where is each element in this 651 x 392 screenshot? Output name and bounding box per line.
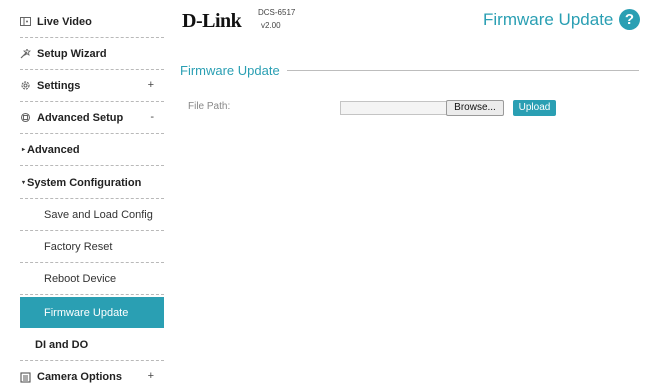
video-icon	[20, 17, 33, 26]
sidebar-item-label: System Configuration	[27, 176, 142, 189]
expand-toggle[interactable]: +	[148, 370, 154, 382]
help-icon[interactable]: ?	[619, 9, 640, 30]
section-divider	[287, 70, 639, 71]
dlink-logo: D-Link	[182, 10, 242, 32]
sidebar-item-label: Advanced Setup	[37, 111, 124, 124]
sidebar-item-label: Factory Reset	[44, 240, 113, 253]
file-path-label: File Path:	[188, 101, 231, 112]
sidebar-item-settings[interactable]: Settings +	[20, 70, 164, 102]
file-path-input[interactable]	[340, 101, 448, 115]
expand-toggle[interactable]: +	[148, 79, 154, 91]
browse-button[interactable]: Browse...	[446, 100, 504, 116]
arrow-icon: ▸	[22, 147, 26, 153]
sidebar-item-label: Save and Load Config	[44, 208, 153, 221]
model-name: DCS-6517	[258, 8, 296, 17]
firmware-version: v2.00	[261, 21, 281, 30]
sidebar-item-save-load-config[interactable]: Save and Load Config	[20, 199, 164, 231]
arrow-icon: ▾	[22, 180, 26, 186]
sidebar-item-setup-wizard[interactable]: Setup Wizard	[20, 38, 164, 70]
wizard-icon	[20, 48, 33, 59]
sidebar-item-firmware-update[interactable]: Firmware Update	[20, 297, 164, 328]
sidebar-item-label: Settings	[37, 79, 81, 92]
sidebar: Live Video Setup Wizard Settings + Advan…	[0, 0, 165, 392]
sidebar-item-label: Live Video	[37, 15, 92, 28]
sidebar-item-label: Reboot Device	[44, 272, 117, 285]
camera-options-icon	[20, 371, 33, 383]
collapse-toggle[interactable]: -	[150, 111, 154, 123]
sidebar-item-system-configuration[interactable]: ▾ System Configuration	[20, 167, 164, 199]
sidebar-item-advanced[interactable]: ▸ Advanced	[20, 134, 164, 166]
sidebar-item-di-and-do[interactable]: DI and DO	[20, 329, 164, 361]
advanced-icon	[20, 112, 33, 123]
upload-button[interactable]: Upload	[513, 100, 556, 116]
section-title: Firmware Update	[180, 63, 284, 78]
sidebar-item-label: Firmware Update	[44, 306, 129, 319]
gear-icon	[20, 80, 33, 91]
page-title: Firmware Update	[483, 10, 614, 29]
sidebar-item-live-video[interactable]: Live Video	[20, 6, 164, 38]
sidebar-item-label: Advanced	[27, 143, 80, 156]
sidebar-item-label: Setup Wizard	[37, 47, 107, 60]
sidebar-item-advanced-setup[interactable]: Advanced Setup -	[20, 102, 164, 134]
sidebar-item-label: Camera Options	[37, 371, 122, 383]
sidebar-item-label: DI and DO	[35, 338, 89, 351]
sidebar-item-factory-reset[interactable]: Factory Reset	[20, 231, 164, 263]
sidebar-item-reboot-device[interactable]: Reboot Device	[20, 263, 164, 295]
sidebar-item-camera-options[interactable]: Camera Options +	[20, 361, 164, 392]
